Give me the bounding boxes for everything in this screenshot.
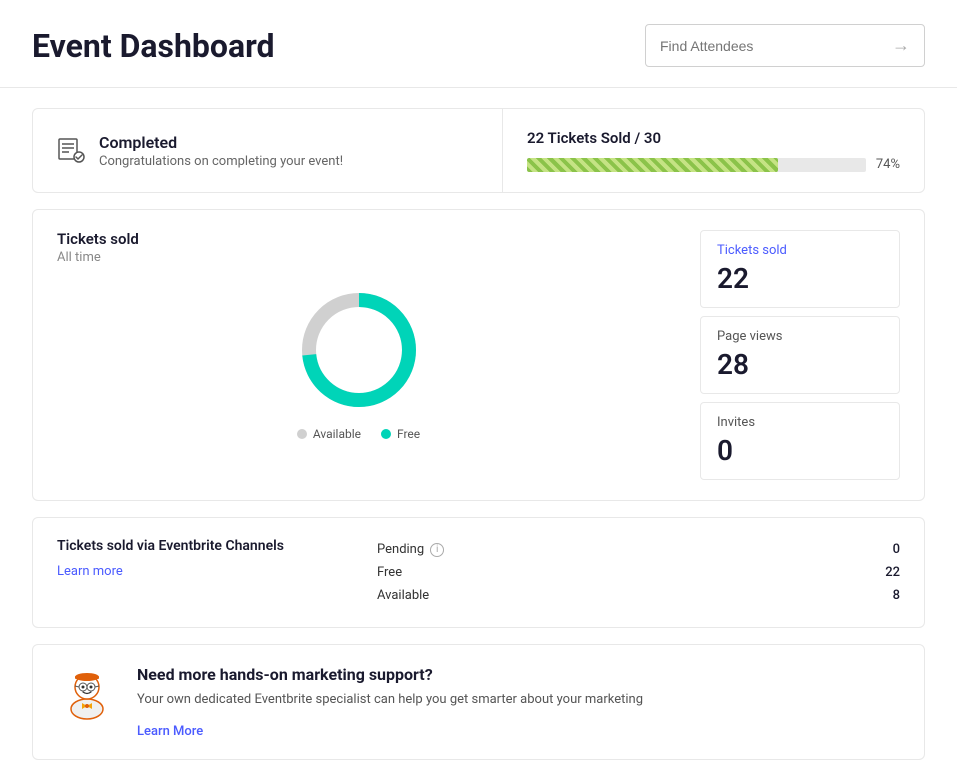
pending-info-icon[interactable]: i bbox=[430, 543, 444, 557]
marketing-section: Need more hands-on marketing support? Yo… bbox=[32, 644, 925, 760]
channel-value-available: 8 bbox=[893, 588, 900, 603]
channel-row-pending-label: Pending i bbox=[377, 542, 444, 557]
stat-value-page-views: 28 bbox=[717, 348, 883, 381]
header: Event Dashboard → bbox=[0, 0, 957, 88]
channel-label-available: Available bbox=[377, 588, 429, 603]
status-right: 22 Tickets Sold / 30 74% bbox=[503, 109, 924, 192]
completed-icon bbox=[57, 135, 85, 167]
channel-label-pending: Pending bbox=[377, 542, 424, 557]
main-content: Completed Congratulations on completing … bbox=[0, 88, 957, 780]
legend-item-available: Available bbox=[297, 427, 361, 441]
stat-block-page-views: Page views 28 bbox=[700, 316, 900, 394]
donut-container: Available Free bbox=[57, 285, 660, 441]
channel-row-available-label: Available bbox=[377, 588, 429, 603]
legend-dot-available bbox=[297, 429, 307, 439]
channels-left: Tickets sold via Eventbrite Channels Lea… bbox=[57, 538, 337, 579]
channels-learn-more-link[interactable]: Learn more bbox=[57, 564, 123, 579]
legend-label-available: Available bbox=[313, 427, 361, 441]
progress-bar-wrapper: 74% bbox=[527, 157, 900, 172]
stat-block-tickets-sold: Tickets sold 22 bbox=[700, 230, 900, 308]
progress-bar-background bbox=[527, 158, 866, 172]
legend: Available Free bbox=[297, 427, 420, 441]
stat-label-invites: Invites bbox=[717, 415, 883, 430]
tickets-section: Tickets sold All time Available F bbox=[32, 209, 925, 501]
channel-label-free: Free bbox=[377, 565, 402, 580]
progress-bar-fill bbox=[527, 158, 778, 172]
stat-block-invites: Invites 0 bbox=[700, 402, 900, 480]
stat-label-tickets-sold: Tickets sold bbox=[717, 243, 883, 258]
chart-subtitle: All time bbox=[57, 250, 660, 265]
search-input[interactable] bbox=[660, 38, 892, 54]
channels-section: Tickets sold via Eventbrite Channels Lea… bbox=[32, 517, 925, 628]
status-left: Completed Congratulations on completing … bbox=[33, 109, 503, 192]
channel-row-free-label: Free bbox=[377, 565, 402, 580]
status-message: Congratulations on completing your event… bbox=[99, 154, 343, 169]
channel-row-free: Free 22 bbox=[377, 561, 900, 584]
legend-label-free: Free bbox=[397, 427, 420, 441]
stat-value-invites: 0 bbox=[717, 434, 883, 467]
marketing-learn-more-button[interactable]: Learn More bbox=[137, 724, 203, 739]
channel-value-free: 22 bbox=[885, 565, 900, 580]
stat-value-tickets-sold: 22 bbox=[717, 262, 883, 295]
status-card: Completed Congratulations on completing … bbox=[32, 108, 925, 193]
page-title: Event Dashboard bbox=[32, 27, 275, 65]
channel-row-available: Available 8 bbox=[377, 584, 900, 607]
legend-dot-free bbox=[381, 429, 391, 439]
channels-stats: Pending i 0 Free 22 Available 8 bbox=[377, 538, 900, 607]
search-arrow-icon: → bbox=[892, 35, 910, 56]
marketing-title: Need more hands-on marketing support? bbox=[137, 665, 900, 684]
chart-title: Tickets sold bbox=[57, 230, 660, 248]
channel-row-pending: Pending i 0 bbox=[377, 538, 900, 561]
search-wrapper[interactable]: → bbox=[645, 24, 925, 67]
stats-area: Tickets sold 22 Page views 28 Invites 0 bbox=[700, 230, 900, 480]
channels-title: Tickets sold via Eventbrite Channels bbox=[57, 538, 337, 554]
marketing-specialist-icon bbox=[57, 665, 117, 729]
legend-item-free: Free bbox=[381, 427, 420, 441]
marketing-content: Need more hands-on marketing support? Yo… bbox=[137, 665, 900, 739]
tickets-sold-label: 22 Tickets Sold / 30 bbox=[527, 129, 900, 147]
channel-value-pending: 0 bbox=[893, 542, 900, 557]
status-title: Completed bbox=[99, 133, 343, 152]
status-text: Completed Congratulations on completing … bbox=[99, 133, 343, 169]
marketing-description: Your own dedicated Eventbrite specialist… bbox=[137, 690, 900, 710]
chart-area: Tickets sold All time Available F bbox=[57, 230, 660, 480]
stat-label-page-views: Page views bbox=[717, 329, 883, 344]
progress-label: 74% bbox=[876, 157, 900, 172]
donut-chart bbox=[294, 285, 424, 415]
